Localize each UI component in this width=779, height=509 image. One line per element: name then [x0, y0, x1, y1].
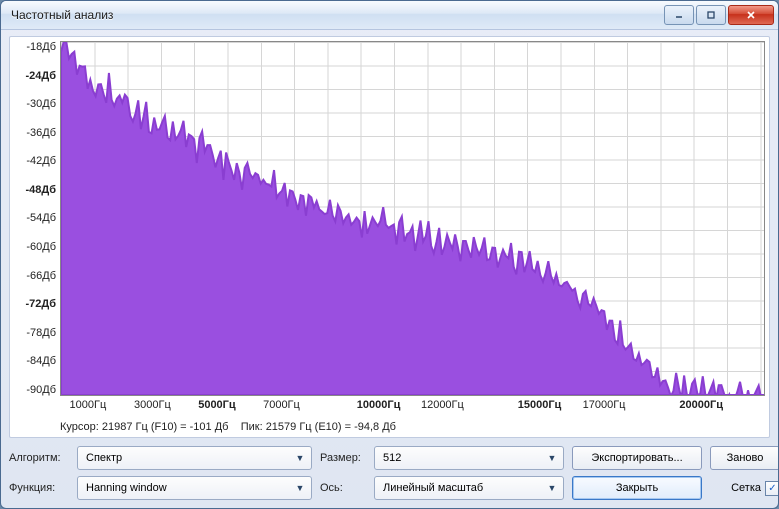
x-tick: 12000Гц — [421, 399, 464, 411]
y-tick: -36Дб — [26, 127, 56, 139]
y-tick: -72Дб — [25, 298, 56, 310]
maximize-button[interactable] — [696, 5, 726, 25]
y-tick: -24Дб — [25, 70, 56, 82]
minimize-button[interactable] — [664, 5, 694, 25]
x-tick: 3000Гц — [134, 399, 171, 411]
chevron-down-icon: ▼ — [545, 483, 559, 493]
size-value: 512 — [383, 452, 401, 464]
x-tick: 1000Гц — [70, 399, 107, 411]
x-tick: 7000Гц — [263, 399, 300, 411]
y-tick: -42Дб — [26, 155, 56, 167]
x-tick: 10000Гц — [357, 399, 401, 411]
window-buttons — [664, 5, 774, 25]
function-combo[interactable]: Hanning window ▼ — [77, 476, 312, 500]
size-combo[interactable]: 512 ▼ — [374, 446, 564, 470]
algorithm-value: Спектр — [86, 452, 122, 464]
chevron-down-icon: ▼ — [293, 483, 307, 493]
y-tick: -30Дб — [26, 98, 56, 110]
titlebar[interactable]: Частотный анализ — [1, 1, 778, 30]
size-label: Размер: — [320, 452, 366, 464]
content-area: -18Дб -24Дб -30Дб -36Дб -42Дб -48Дб -54Дб -60Дб… — [1, 30, 778, 508]
axis-value: Линейный масштаб — [383, 482, 483, 494]
y-tick: -90Дб — [26, 384, 56, 396]
y-tick: -66Дб — [26, 270, 56, 282]
y-tick: -78Дб — [26, 327, 56, 339]
window-frame: Частотный анализ -18Дб -24Дб -30Дб -36Дб -42… — [0, 0, 779, 509]
close-button[interactable] — [728, 5, 774, 25]
grid-label: Сетка — [731, 482, 761, 494]
controls-grid: Алгоритм: Спектр ▼ Размер: 512 ▼ Экспорт… — [9, 446, 770, 500]
peak-readout: Пик: 21579 Гц (E10) = -94,8 Дб — [241, 421, 396, 433]
x-tick: 20000Гц — [679, 399, 723, 411]
axis-label: Ось: — [320, 482, 366, 494]
y-tick: -84Дб — [26, 355, 56, 367]
axis-combo[interactable]: Линейный масштаб ▼ — [374, 476, 564, 500]
reset-button[interactable]: Заново — [710, 446, 779, 470]
x-tick: 17000Гц — [583, 399, 626, 411]
grid-checkbox-wrap: Сетка ✓ — [710, 481, 779, 496]
x-tick: 15000Гц — [518, 399, 562, 411]
plot-frame: -18Дб -24Дб -30Дб -36Дб -42Дб -48Дб -54Дб -60Дб… — [9, 36, 770, 438]
chevron-down-icon: ▼ — [293, 453, 307, 463]
x-tick: 5000Гц — [198, 399, 235, 411]
export-button[interactable]: Экспортировать... — [572, 446, 702, 470]
y-tick: -48Дб — [25, 184, 56, 196]
y-tick: -60Дб — [26, 241, 56, 253]
y-axis: -18Дб -24Дб -30Дб -36Дб -42Дб -48Дб -54Дб -60Дб… — [14, 41, 60, 396]
spectrum-plot[interactable] — [60, 41, 765, 396]
function-value: Hanning window — [86, 482, 167, 494]
x-axis: 1000Гц 3000Гц 5000Гц 7000Гц 10000Гц 12000Гц 15… — [56, 396, 765, 417]
close-dialog-button[interactable]: Закрыть — [572, 476, 702, 500]
algorithm-label: Алгоритм: — [9, 452, 69, 464]
function-label: Функция: — [9, 482, 69, 494]
plot-wrap: -18Дб -24Дб -30Дб -36Дб -42Дб -48Дб -54Дб -60Дб… — [14, 41, 765, 396]
y-tick: -18Дб — [26, 41, 56, 53]
window-title: Частотный анализ — [11, 8, 664, 22]
status-line: Курсор: 21987 Гц (F10) = -101 Дб Пик: 21… — [56, 417, 765, 435]
cursor-readout: Курсор: 21987 Гц (F10) = -101 Дб — [60, 421, 228, 433]
grid-checkbox[interactable]: ✓ — [765, 481, 779, 496]
chevron-down-icon: ▼ — [545, 453, 559, 463]
algorithm-combo[interactable]: Спектр ▼ — [77, 446, 312, 470]
y-tick: -54Дб — [26, 212, 56, 224]
